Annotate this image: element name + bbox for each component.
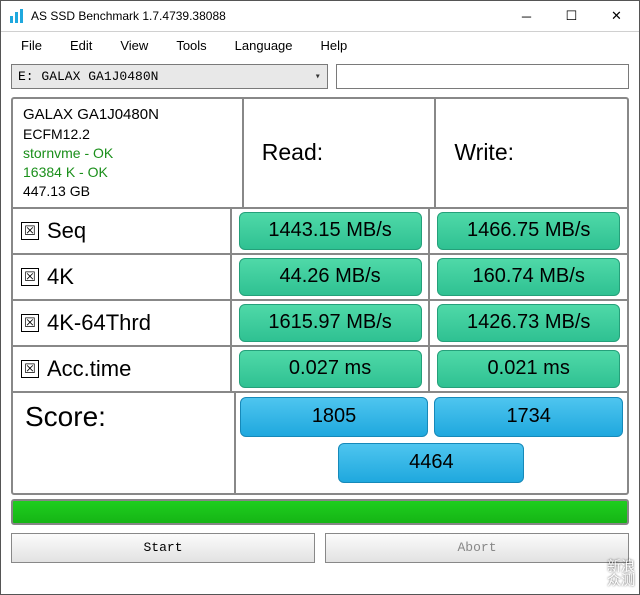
drive-driver-status: stornvme - OK	[23, 144, 232, 163]
score-grid: 1805 1734 4464	[236, 393, 627, 493]
score-write: 1734	[434, 397, 623, 437]
header-row: GALAX GA1J0480N ECFM12.2 stornvme - OK 1…	[13, 99, 627, 209]
test-size-input[interactable]	[336, 64, 629, 89]
seq-write-value: 1466.75 MB/s	[437, 212, 620, 250]
score-row: Score: 1805 1734 4464	[13, 393, 627, 493]
row-seq-label: ☒ Seq	[13, 209, 232, 253]
label-4k: 4K	[47, 264, 74, 290]
row-4k64-label: ☒ 4K-64Thrd	[13, 301, 232, 345]
window-title: AS SSD Benchmark 1.7.4739.38088	[31, 9, 504, 23]
app-window: AS SSD Benchmark 1.7.4739.38088 ─ ☐ ✕ Fi…	[0, 0, 640, 595]
label-seq: Seq	[47, 218, 86, 244]
row-4k-label: ☒ 4K	[13, 255, 232, 299]
label-acc: Acc.time	[47, 356, 131, 382]
checkbox-acc[interactable]: ☒	[21, 360, 39, 378]
checkbox-4k[interactable]: ☒	[21, 268, 39, 286]
acc-read-value: 0.027 ms	[239, 350, 422, 388]
checkbox-seq[interactable]: ☒	[21, 222, 39, 240]
column-header-write: Write:	[436, 99, 627, 207]
row-acctime: ☒ Acc.time 0.027 ms 0.021 ms	[13, 347, 627, 393]
minimize-button[interactable]: ─	[504, 2, 549, 31]
fk64-write-value: 1426.73 MB/s	[437, 304, 620, 342]
app-icon	[9, 8, 25, 24]
drive-firmware: ECFM12.2	[23, 125, 232, 144]
drive-info: GALAX GA1J0480N ECFM12.2 stornvme - OK 1…	[13, 99, 244, 207]
seq-read-value: 1443.15 MB/s	[239, 212, 422, 250]
score-total: 4464	[338, 443, 524, 483]
menu-edit[interactable]: Edit	[56, 35, 106, 56]
button-row: Start Abort	[11, 533, 629, 563]
title-bar: AS SSD Benchmark 1.7.4739.38088 ─ ☐ ✕	[1, 1, 639, 32]
checkbox-4k64[interactable]: ☒	[21, 314, 39, 332]
drive-capacity: 447.13 GB	[23, 182, 232, 201]
menu-file[interactable]: File	[7, 35, 56, 56]
fk64-read-value: 1615.97 MB/s	[239, 304, 422, 342]
label-4k64: 4K-64Thrd	[47, 310, 151, 336]
menu-language[interactable]: Language	[221, 35, 307, 56]
menu-bar: File Edit View Tools Language Help	[1, 32, 639, 58]
score-label: Score:	[13, 393, 236, 493]
progress-bar	[11, 499, 629, 525]
fk-write-value: 160.74 MB/s	[437, 258, 620, 296]
score-read: 1805	[240, 397, 429, 437]
drive-model: GALAX GA1J0480N	[23, 105, 232, 125]
maximize-button[interactable]: ☐	[549, 2, 594, 31]
drive-select-value: E: GALAX GA1J0480N	[18, 69, 158, 84]
drive-alignment-status: 16384 K - OK	[23, 163, 232, 182]
menu-tools[interactable]: Tools	[162, 35, 220, 56]
watermark: 新浪 众测	[607, 559, 635, 588]
row-seq: ☒ Seq 1443.15 MB/s 1466.75 MB/s	[13, 209, 627, 255]
acc-write-value: 0.021 ms	[437, 350, 620, 388]
drive-row: E: GALAX GA1J0480N ▾	[1, 58, 639, 95]
chevron-down-icon: ▾	[315, 71, 321, 83]
abort-button[interactable]: Abort	[325, 533, 629, 563]
start-button[interactable]: Start	[11, 533, 315, 563]
fk-read-value: 44.26 MB/s	[239, 258, 422, 296]
row-4k-64thrd: ☒ 4K-64Thrd 1615.97 MB/s 1426.73 MB/s	[13, 301, 627, 347]
row-acc-label: ☒ Acc.time	[13, 347, 232, 391]
menu-help[interactable]: Help	[307, 35, 362, 56]
column-header-read: Read:	[244, 99, 437, 207]
results-panel: GALAX GA1J0480N ECFM12.2 stornvme - OK 1…	[11, 97, 629, 495]
drive-select[interactable]: E: GALAX GA1J0480N ▾	[11, 64, 328, 89]
window-controls: ─ ☐ ✕	[504, 2, 639, 31]
watermark-line2: 众测	[607, 573, 635, 588]
menu-view[interactable]: View	[106, 35, 162, 56]
close-button[interactable]: ✕	[594, 2, 639, 31]
row-4k: ☒ 4K 44.26 MB/s 160.74 MB/s	[13, 255, 627, 301]
